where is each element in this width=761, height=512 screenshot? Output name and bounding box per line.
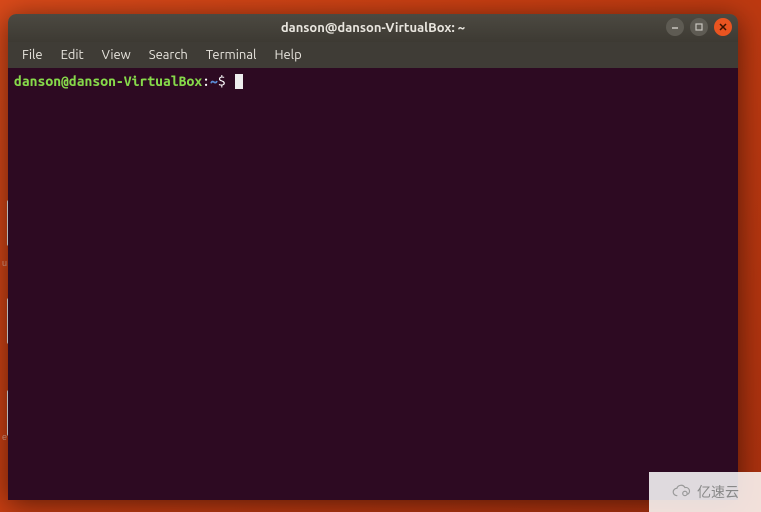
- minimize-icon: [670, 22, 680, 32]
- maximize-button[interactable]: [690, 18, 708, 36]
- menu-help[interactable]: Help: [266, 45, 309, 65]
- minimize-button[interactable]: [666, 18, 684, 36]
- window-title: danson@danson-VirtualBox: ~: [281, 21, 465, 35]
- prompt-dollar: $: [218, 73, 226, 89]
- maximize-icon: [694, 22, 704, 32]
- menu-search[interactable]: Search: [141, 45, 196, 65]
- cloud-icon: [671, 483, 693, 501]
- close-icon: [718, 22, 728, 32]
- prompt-line: danson@danson-VirtualBox:~$: [14, 72, 732, 90]
- terminal-window: danson@danson-VirtualBox: ~ File Edit Vi…: [8, 14, 738, 500]
- menu-edit[interactable]: Edit: [53, 45, 92, 65]
- titlebar[interactable]: danson@danson-VirtualBox: ~: [8, 14, 738, 42]
- terminal-body[interactable]: danson@danson-VirtualBox:~$: [8, 68, 738, 500]
- menu-file[interactable]: File: [14, 45, 51, 65]
- launcher-fragment-label: u: [2, 258, 7, 268]
- prompt-colon: :: [202, 73, 210, 89]
- menubar: File Edit View Search Terminal Help: [8, 42, 738, 68]
- prompt-user-host: danson@danson-VirtualBox: [14, 73, 202, 89]
- window-controls: [666, 18, 732, 36]
- cursor-icon: [235, 74, 243, 89]
- prompt-path: ~: [210, 73, 218, 89]
- launcher-fragment-label: e: [2, 432, 7, 442]
- menu-terminal[interactable]: Terminal: [198, 45, 265, 65]
- watermark-text: 亿速云: [697, 482, 739, 502]
- menu-view[interactable]: View: [94, 45, 139, 65]
- watermark: 亿速云: [649, 472, 761, 512]
- close-button[interactable]: [714, 18, 732, 36]
